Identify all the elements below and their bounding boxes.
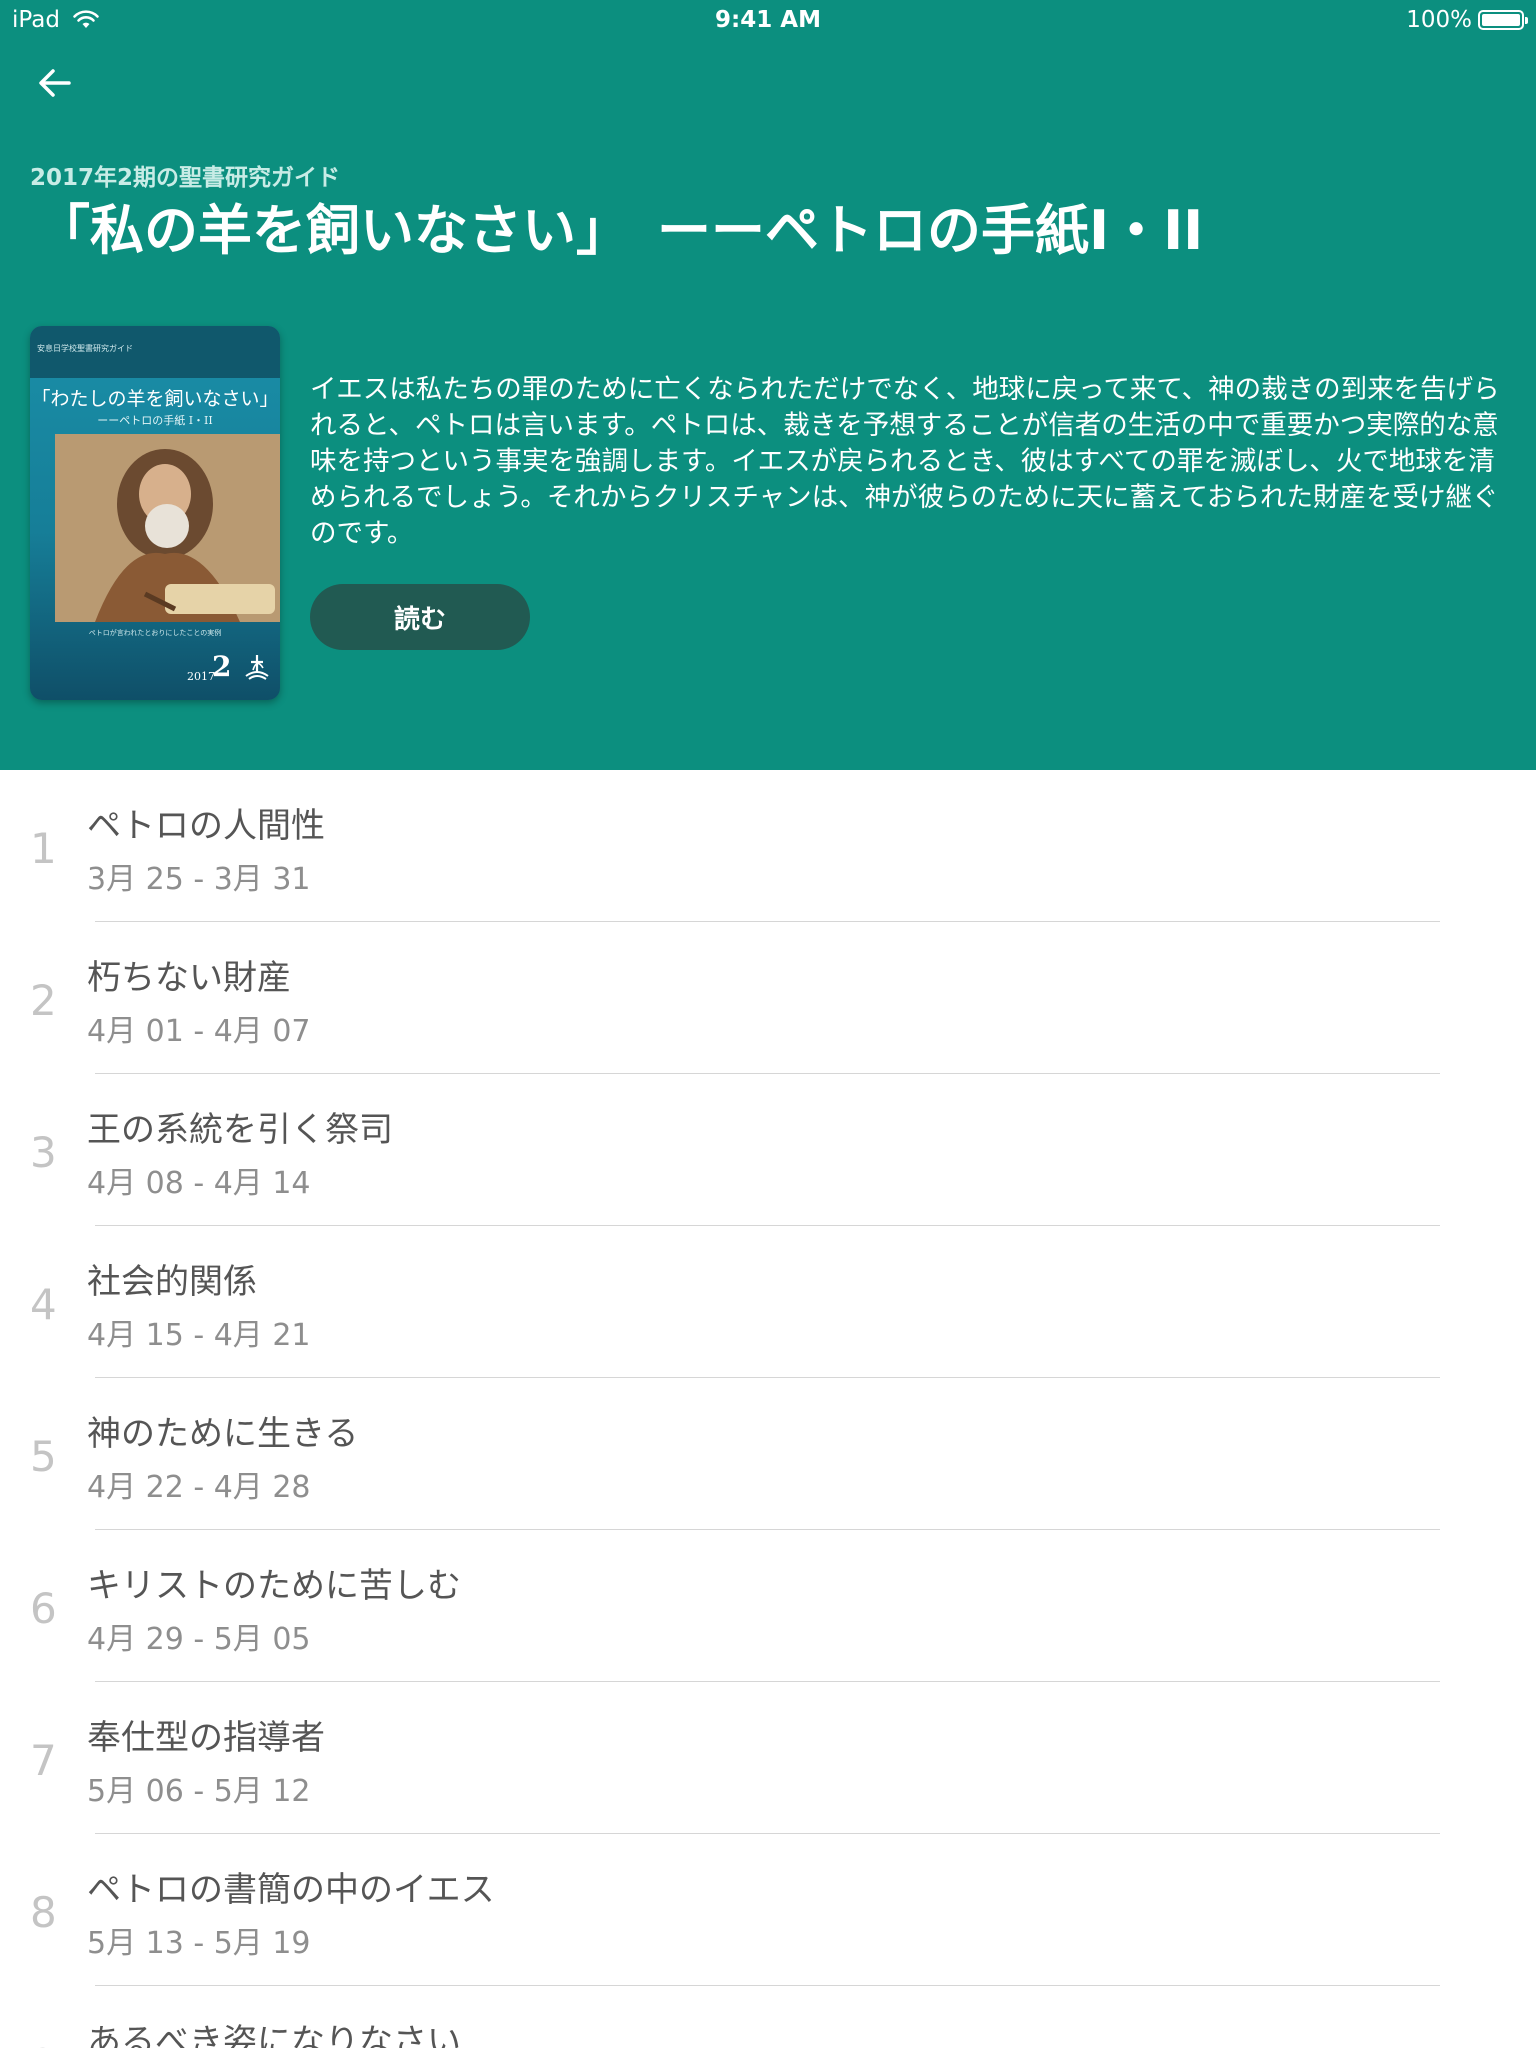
quarterly-cover-image: 安息日学校聖書研究ガイド 「わたしの羊を飼いなさい」 ーーペトロの手紙 I・II… <box>30 326 280 700</box>
back-button[interactable] <box>30 58 80 108</box>
lesson-dates: 3月 25 - 3月 31 <box>87 862 311 897</box>
page-title: 「私の羊を飼いなさい」 ーーペトロの手紙I・II <box>36 199 1204 262</box>
lesson-dates: 4月 01 - 4月 07 <box>87 1014 311 1049</box>
lesson-item[interactable]: 4 社会的関係 4月 15 - 4月 21 <box>0 1226 1536 1378</box>
lesson-item[interactable]: 8 ペトロの書簡の中のイエス 5月 13 - 5月 19 <box>0 1834 1536 1986</box>
lesson-number: 6 <box>30 1584 57 1633</box>
lesson-title: 奉仕型の指導者 <box>87 1718 325 1758</box>
status-bar: iPad 9:41 AM 100% <box>0 0 1536 40</box>
lesson-title: 社会的関係 <box>87 1262 257 1302</box>
cover-title: 「わたしの羊を飼いなさい」 <box>31 388 279 410</box>
lesson-item[interactable]: 1 ペトロの人間性 3月 25 - 3月 31 <box>0 770 1536 922</box>
cover-year: 2017 <box>187 670 215 683</box>
status-right: 100% <box>1406 7 1528 33</box>
lesson-number: 9 <box>30 2040 57 2048</box>
lesson-title: キリストのために苦しむ <box>87 1566 461 1606</box>
cover-subtitle: ーーペトロの手紙 I・II <box>97 414 213 427</box>
lesson-item[interactable]: 7 奉仕型の指導者 5月 06 - 5月 12 <box>0 1682 1536 1834</box>
lesson-number: 1 <box>30 824 57 873</box>
lesson-title: あるべき姿になりなさい <box>87 2022 461 2048</box>
lesson-item[interactable]: 5 神のために生きる 4月 22 - 4月 28 <box>0 1378 1536 1530</box>
battery-percent: 100% <box>1406 7 1472 33</box>
lesson-dates: 4月 29 - 5月 05 <box>87 1622 311 1657</box>
cover-series-label: 安息日学校聖書研究ガイド <box>37 344 133 353</box>
lesson-number: 3 <box>30 1128 57 1177</box>
cover-illustration <box>55 434 280 622</box>
lesson-title: 王の系統を引く祭司 <box>87 1110 393 1150</box>
lesson-number: 2 <box>30 976 57 1025</box>
lesson-dates: 4月 22 - 4月 28 <box>87 1470 311 1505</box>
quarterly-description: イエスは私たちの罪のために亡くなられただけでなく、地球に戻って来て、神の裁きの到… <box>310 374 1500 549</box>
battery-icon <box>1478 10 1528 30</box>
church-logo-icon <box>245 655 269 680</box>
lesson-dates: 5月 13 - 5月 19 <box>87 1926 311 1961</box>
cover-caption: ペトロが言われたとおりにしたことの実例 <box>88 629 222 637</box>
lesson-header: iPad 9:41 AM 100% 2017年2期の聖書研究ガイド 「私の羊を飼… <box>0 0 1536 770</box>
lesson-number: 5 <box>30 1432 57 1481</box>
lesson-dates: 5月 06 - 5月 12 <box>87 1774 311 1809</box>
lesson-dates: 4月 15 - 4月 21 <box>87 1318 311 1353</box>
cover-quarter-number: 2 <box>212 650 232 683</box>
lesson-dates: 4月 08 - 4月 14 <box>87 1166 311 1201</box>
status-time: 9:41 AM <box>715 7 821 33</box>
lesson-item[interactable]: 2 朽ちない財産 4月 01 - 4月 07 <box>0 922 1536 1074</box>
lesson-title: 神のために生きる <box>87 1414 359 1454</box>
lesson-title: ペトロの人間性 <box>87 806 325 846</box>
lesson-title: ペトロの書簡の中のイエス <box>87 1870 495 1910</box>
read-button[interactable]: 読む <box>310 584 530 650</box>
lesson-item[interactable]: 3 王の系統を引く祭司 4月 08 - 4月 14 <box>0 1074 1536 1226</box>
lesson-number: 8 <box>30 1888 57 1937</box>
arrow-left-icon <box>39 69 71 97</box>
lesson-number: 4 <box>30 1280 57 1329</box>
lesson-title: 朽ちない財産 <box>87 958 291 998</box>
lesson-number: 7 <box>30 1736 57 1785</box>
lesson-item[interactable]: 6 キリストのために苦しむ 4月 29 - 5月 05 <box>0 1530 1536 1682</box>
lesson-item[interactable]: 9あるべき姿になりなさい5月 20 - 5月 26 <box>0 1986 1536 2048</box>
